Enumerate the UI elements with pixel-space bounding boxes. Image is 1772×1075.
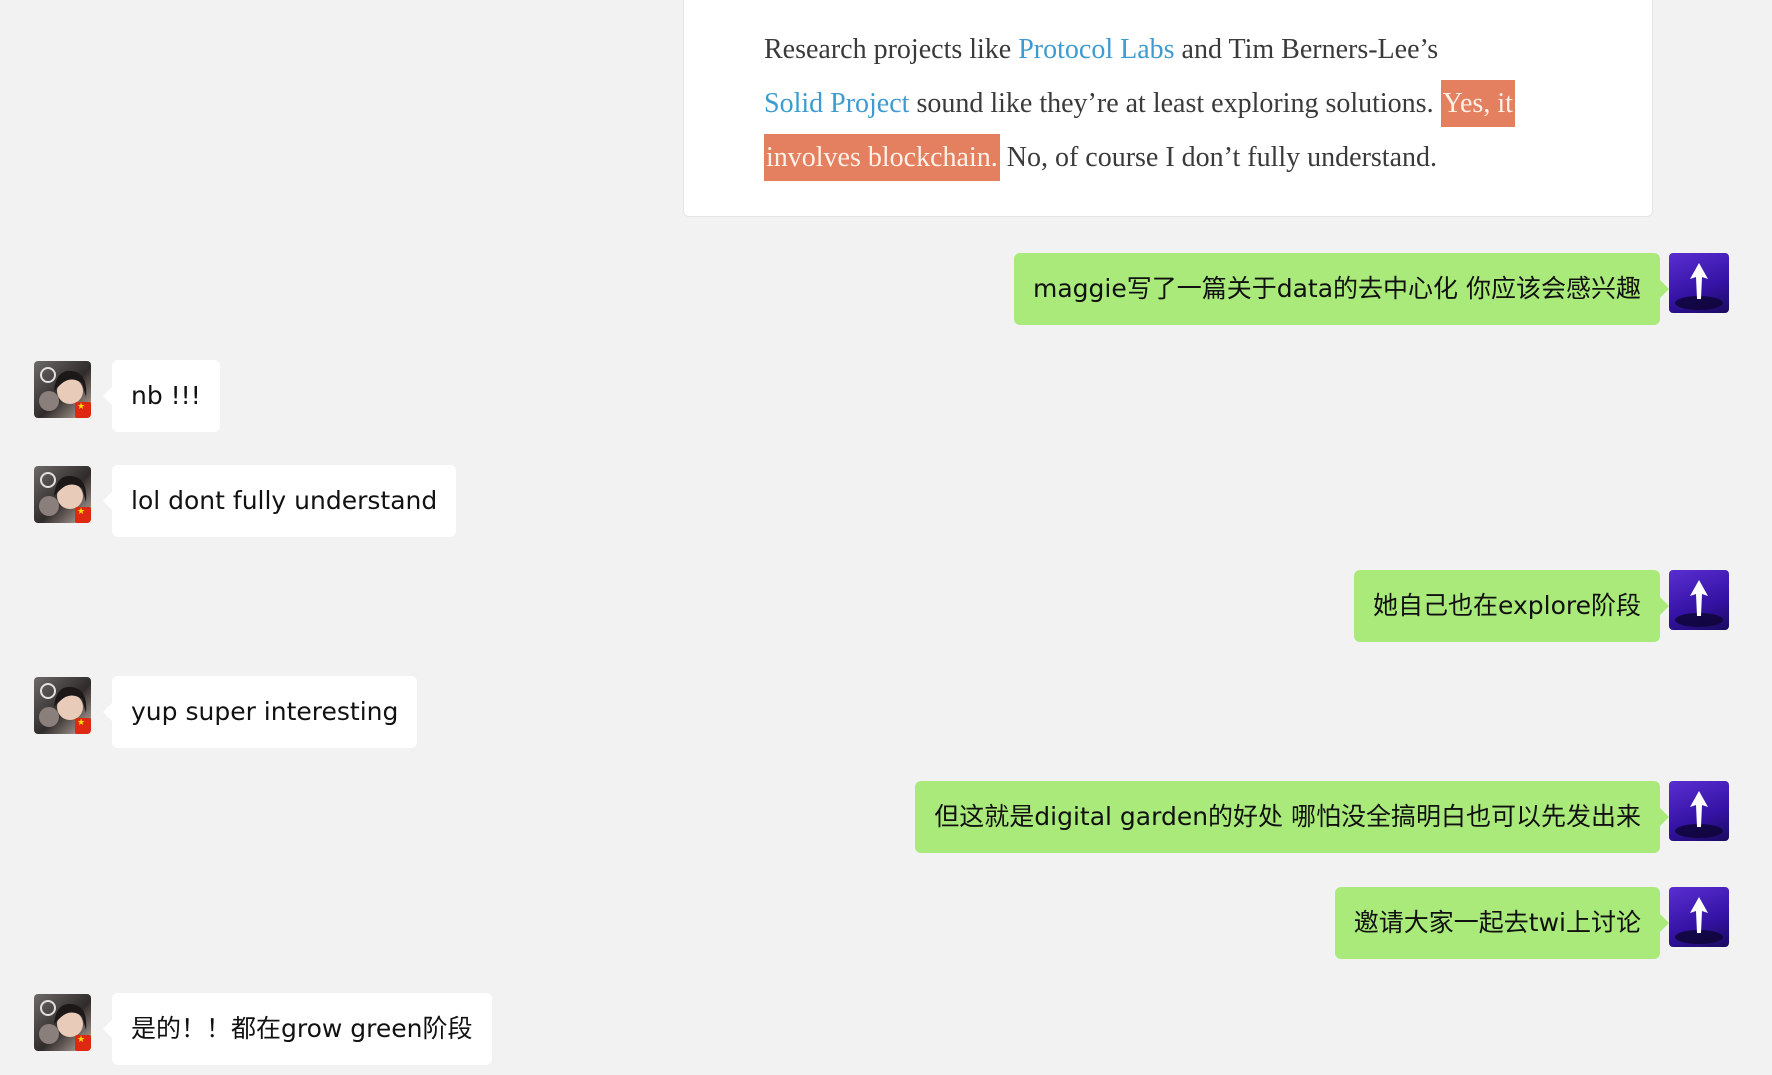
- outgoing-message[interactable]: maggie写了一篇关于data的去中心化 你应该会感兴趣: [1014, 253, 1669, 325]
- incoming-message[interactable]: yup super interesting: [102, 676, 418, 748]
- china-flag-icon: ★: [75, 718, 91, 734]
- outgoing-message[interactable]: 邀请大家一起去twi上讨论: [1334, 887, 1670, 959]
- outgoing-message[interactable]: 她自己也在explore阶段: [1354, 570, 1669, 642]
- article-excerpt: Research projects like Protocol Labs and…: [764, 23, 1624, 185]
- arrow-up-logo-icon: [1675, 897, 1723, 944]
- excerpt-text: No, of course I don’t fully understand.: [999, 142, 1438, 173]
- excerpt-text: sound like they’re at least exploring so…: [909, 88, 1441, 119]
- friend-avatar[interactable]: ★: [34, 361, 91, 418]
- arrow-up-logo-icon: [1675, 791, 1723, 838]
- friend-avatar[interactable]: ★: [34, 677, 91, 734]
- arrow-up-logo-icon: [1675, 580, 1723, 627]
- my-avatar[interactable]: [1669, 887, 1729, 947]
- protocol-labs-link[interactable]: Protocol Labs: [1018, 34, 1174, 65]
- friend-avatar[interactable]: ★: [34, 994, 91, 1051]
- china-flag-icon: ★: [75, 507, 91, 523]
- shared-article-card[interactable]: Research projects like Protocol Labs and…: [683, 0, 1653, 217]
- china-flag-icon: ★: [75, 1035, 91, 1051]
- my-avatar[interactable]: [1669, 781, 1729, 841]
- arrow-up-logo-icon: [1675, 263, 1723, 310]
- friend-avatar[interactable]: ★: [34, 466, 91, 523]
- excerpt-text: and Tim Berners-Lee’s: [1174, 34, 1439, 65]
- my-avatar[interactable]: [1669, 570, 1729, 630]
- excerpt-text: Research projects like: [764, 34, 1019, 65]
- my-avatar[interactable]: [1669, 253, 1729, 313]
- incoming-message[interactable]: lol dont fully understand: [102, 465, 457, 537]
- outgoing-message[interactable]: 但这就是digital garden的好处 哪怕没全搞明白也可以先发出来: [915, 781, 1669, 853]
- incoming-message[interactable]: nb !!!: [103, 360, 220, 432]
- highlighted-text: involves blockchain.: [764, 134, 1000, 181]
- china-flag-icon: ★: [75, 402, 91, 418]
- solid-project-link[interactable]: Solid Project: [764, 88, 909, 119]
- highlighted-text: Yes, it: [1440, 80, 1515, 127]
- incoming-message[interactable]: 是的！！都在grow green阶段: [103, 993, 492, 1065]
